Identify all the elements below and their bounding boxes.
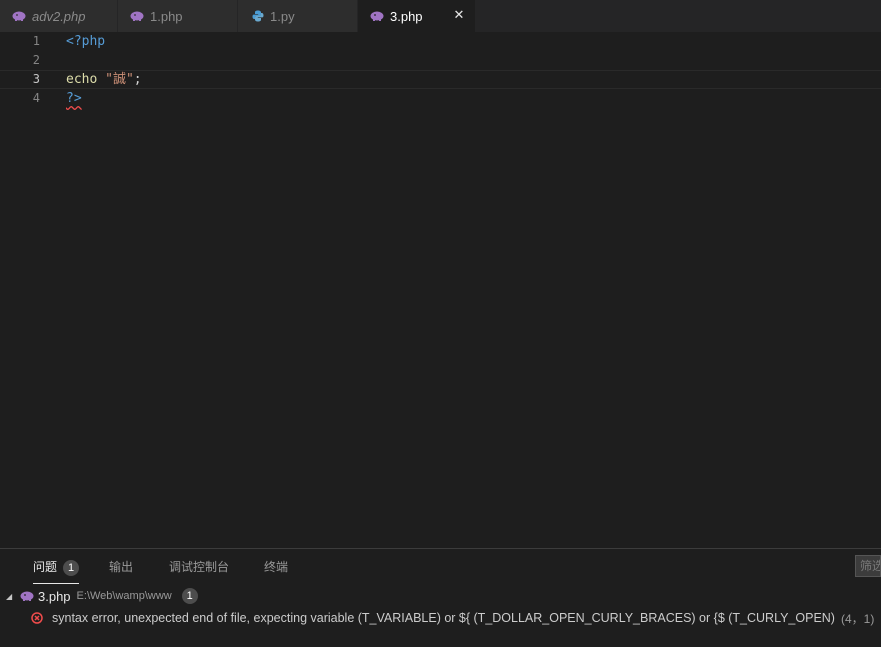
tab-1-php[interactable]: 1.php: [118, 0, 238, 32]
problem-message: syntax error, unexpected end of file, ex…: [52, 611, 835, 625]
string-literal: "誠": [105, 72, 134, 87]
file-problem-count-badge: 1: [181, 588, 198, 604]
line-number: 2: [32, 53, 40, 67]
chevron-down-icon[interactable]: ◢: [6, 592, 14, 601]
php-elephant-icon: [20, 591, 34, 601]
code-line-current: 3 echo "誠";: [0, 70, 881, 89]
tab-problems-label: 问题: [33, 560, 58, 574]
tab-label: 3.php: [390, 8, 423, 24]
problem-position: (4，1): [840, 611, 875, 626]
code-line: 4 ?>: [0, 89, 881, 108]
filter-input[interactable]: 筛选: [855, 555, 881, 577]
vscode-window: adv2.php 1.php 1.py 3.php ✕ 1 <?php 2 3 …: [0, 0, 881, 647]
code-line: 2: [0, 51, 881, 70]
problem-item[interactable]: syntax error, unexpected end of file, ex…: [0, 608, 881, 628]
tab-label: 1.php: [150, 8, 183, 24]
tab-adv2-php[interactable]: adv2.php: [0, 0, 118, 32]
line-content: echo "誠";: [66, 71, 142, 88]
problem-file-row[interactable]: ◢ 3.php E:\Web\wamp\www 1: [0, 586, 881, 606]
php-open-tag: <?php: [66, 34, 106, 49]
close-icon[interactable]: ✕: [451, 7, 467, 23]
tab-label: adv2.php: [32, 8, 86, 24]
python-icon: [252, 10, 264, 22]
tab-debug-console[interactable]: 调试控制台: [169, 558, 229, 575]
problem-file-path: E:\Web\wamp\www: [76, 590, 172, 602]
php-elephant-icon: [130, 11, 144, 21]
line-number: 4: [32, 91, 40, 105]
tab-output[interactable]: 输出: [109, 558, 133, 575]
problems-count-badge: 1: [63, 559, 80, 576]
php-elephant-icon: [12, 11, 26, 21]
line-content: ?>: [66, 89, 82, 108]
code-line: 1 <?php: [0, 32, 881, 51]
tab-problems[interactable]: 问题 1: [33, 558, 80, 584]
line-number: 1: [32, 34, 40, 48]
echo-keyword: echo: [66, 72, 98, 87]
line-number: 3: [32, 72, 40, 86]
semicolon: ;: [133, 72, 142, 87]
error-icon: [31, 612, 43, 624]
line-content: <?php: [66, 32, 105, 51]
problems-panel: 问题 1 输出 调试控制台 终端 筛选 ◢ 3.php E:\Web\wamp\w…: [0, 548, 881, 647]
php-close-tag-error[interactable]: ?>: [66, 91, 82, 106]
tab-1-py[interactable]: 1.py: [238, 0, 358, 32]
php-elephant-icon: [370, 11, 384, 21]
editor-tab-bar: adv2.php 1.php 1.py 3.php ✕: [0, 0, 881, 32]
problem-file-name: 3.php: [38, 588, 71, 604]
panel-tab-bar: 问题 1 输出 调试控制台 终端 筛选: [0, 549, 881, 585]
code-editor[interactable]: 1 <?php 2 3 echo "誠"; 4 ?>: [0, 32, 881, 548]
tab-3-php[interactable]: 3.php ✕: [358, 0, 476, 32]
tab-terminal[interactable]: 终端: [264, 558, 288, 575]
tab-label: 1.py: [270, 8, 295, 24]
